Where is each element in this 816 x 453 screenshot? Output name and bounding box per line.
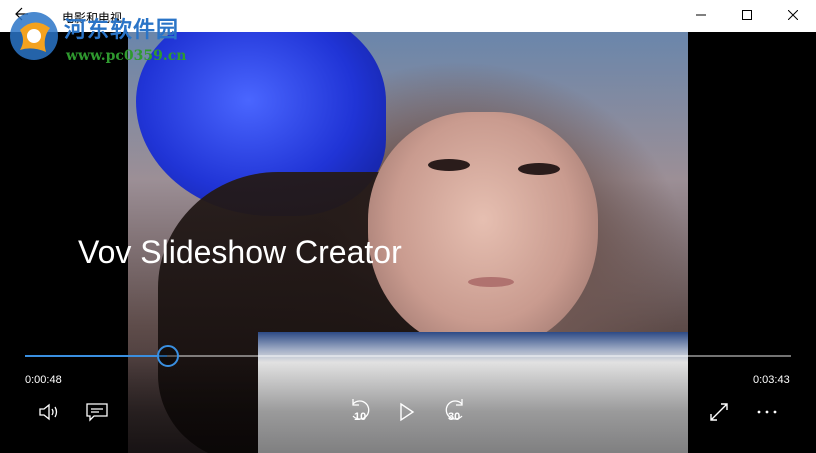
volume-button[interactable]	[34, 398, 64, 426]
seek-bar-progress	[25, 355, 168, 357]
video-overlay-title: Vov Slideshow Creator	[78, 234, 402, 270]
captions-button[interactable]	[82, 398, 112, 426]
skip-forward-button[interactable]: 30	[440, 398, 470, 426]
skip-back-button[interactable]: 10	[345, 398, 375, 426]
close-icon	[787, 7, 799, 25]
fullscreen-button[interactable]	[704, 398, 734, 426]
seek-bar[interactable]	[25, 345, 791, 367]
video-eye-right	[518, 163, 560, 175]
play-button[interactable]	[392, 398, 422, 426]
watermark-logo: 河东软件园 www.pc0359.cn	[6, 8, 216, 70]
volume-icon	[38, 403, 60, 421]
maximize-icon	[742, 7, 752, 25]
skip-forward-icon: 30	[442, 398, 468, 426]
skip-forward-seconds: 30	[448, 411, 461, 423]
minimize-button[interactable]	[678, 0, 724, 32]
watermark-site-name: 河东软件园	[64, 17, 180, 43]
minimize-icon	[696, 7, 706, 25]
close-button[interactable]	[770, 0, 816, 32]
skip-back-seconds: 10	[354, 411, 367, 423]
more-options-button[interactable]	[752, 398, 782, 426]
watermark-emblem-icon	[10, 12, 58, 60]
captions-icon	[86, 402, 108, 422]
skip-back-icon: 10	[347, 398, 373, 426]
play-icon	[398, 402, 416, 422]
current-time: 0:00:48	[25, 374, 62, 386]
maximize-button[interactable]	[724, 0, 770, 32]
video-face-shape	[368, 112, 598, 352]
more-icon	[757, 409, 777, 415]
video-mouth	[468, 277, 514, 287]
video-eye-left	[428, 159, 470, 171]
total-time: 0:03:43	[753, 374, 790, 386]
fullscreen-icon	[709, 402, 729, 422]
watermark-url: www.pc0359.cn	[66, 48, 187, 64]
